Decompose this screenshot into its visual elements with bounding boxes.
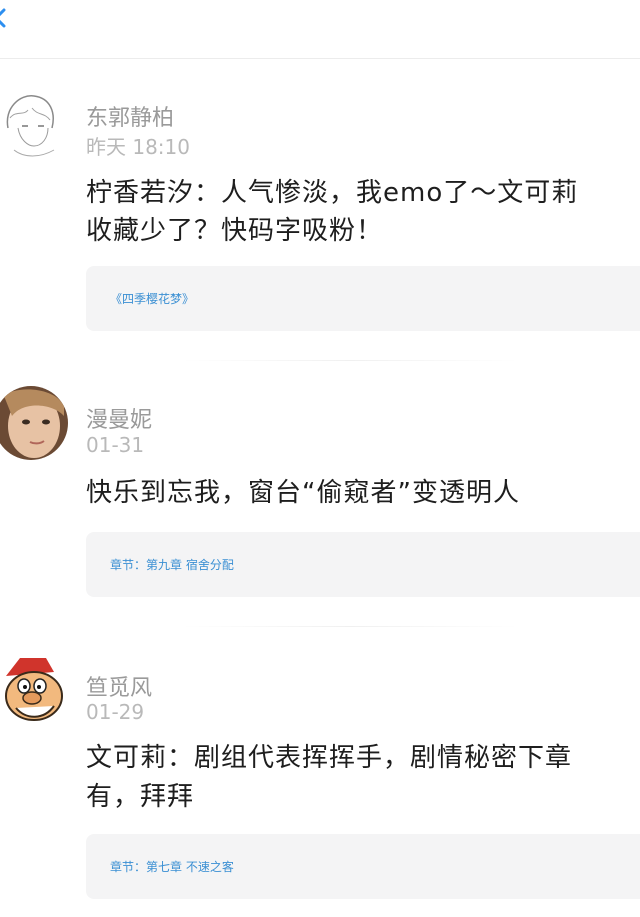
avatar-cartoon-icon xyxy=(0,652,68,726)
commenter-name[interactable]: 东郭静柏 xyxy=(86,100,174,132)
avatar[interactable] xyxy=(0,88,68,162)
reference-card[interactable]: 章节：第九章 宿舍分配 xyxy=(86,532,640,597)
reference-link[interactable]: 《四季樱花梦》 xyxy=(110,290,194,307)
avatar-photo-icon xyxy=(0,386,68,460)
comment-body-line: 快乐到忘我，窗台“偷窥者”变透明人 xyxy=(86,478,520,508)
avatar-sketch-icon xyxy=(0,88,68,162)
comment-item: 漫曼妮 01-31 快乐到忘我，窗台“偷窥者”变透明人 章节：第九章 宿舍分配 xyxy=(0,386,640,606)
avatar[interactable] xyxy=(0,386,68,460)
commenter-name[interactable]: 笪觅风 xyxy=(86,670,152,702)
commenter-name[interactable]: 漫曼妮 xyxy=(86,402,152,434)
reference-card[interactable]: 章节：第七章 不速之客 xyxy=(86,834,640,899)
comment-body-line: 文可莉：剧组代表挥挥手，剧情秘密下章 xyxy=(86,743,573,773)
comment-time: 01-31 xyxy=(86,433,145,457)
comment-item: 东郭静柏 昨天 18:10 柠香若汐：人气惨淡，我emo了～文可莉 收藏少了？快… xyxy=(0,88,640,348)
comment-time: 01-29 xyxy=(86,700,145,724)
comment-body-line: 柠香若汐：人气惨淡，我emo了～文可莉 xyxy=(86,178,579,208)
divider xyxy=(180,360,520,361)
comment-body-line: 收藏少了？快码字吸粉！ xyxy=(86,216,384,246)
reference-link[interactable]: 章节：第九章 宿舍分配 xyxy=(110,556,234,573)
reference-card[interactable]: 《四季樱花梦》 xyxy=(86,266,640,331)
reference-link[interactable]: 章节：第七章 不速之客 xyxy=(110,858,234,875)
comment-time: 昨天 18:10 xyxy=(86,135,190,159)
comment-body-line: 有，拜拜 xyxy=(86,782,195,812)
avatar[interactable] xyxy=(0,652,68,726)
divider xyxy=(180,626,520,627)
back-chevron-icon[interactable] xyxy=(0,8,10,28)
comment-item: 笪觅风 01-29 文可莉：剧组代表挥挥手，剧情秘密下章 有，拜拜 章节：第七章… xyxy=(0,652,640,912)
top-bar xyxy=(0,0,640,59)
